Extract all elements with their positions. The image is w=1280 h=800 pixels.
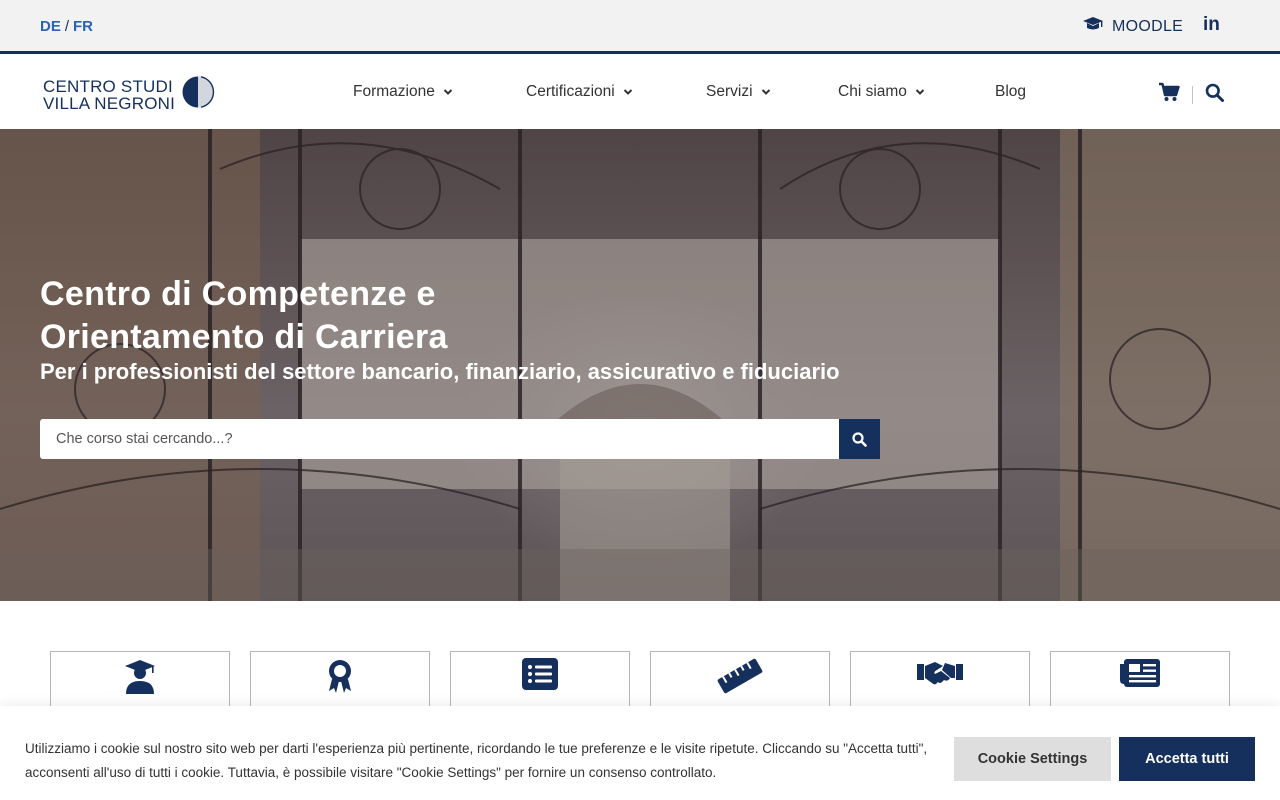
- linkedin-icon[interactable]: in: [1203, 14, 1220, 36]
- nav-item-label: Servizi: [706, 83, 753, 100]
- search-icon: [852, 431, 867, 447]
- course-search-input[interactable]: [40, 419, 839, 459]
- chevron-down-icon: [915, 89, 925, 95]
- main-nav: Formazione Certificazioni Servizi Chi si…: [353, 83, 1026, 101]
- top-bar: DE / FR MOODLE in: [0, 0, 1280, 54]
- nav-item-label: Blog: [995, 83, 1027, 100]
- hero-banner: Centro di Competenze e Orientamento di C…: [0, 129, 1280, 601]
- chevron-down-icon: [623, 89, 632, 95]
- moodle-link[interactable]: MOODLE: [1082, 16, 1183, 37]
- chevron-down-icon: [761, 89, 770, 95]
- nav-item-label: Chi siamo: [838, 83, 907, 100]
- language-switcher: DE / FR: [40, 18, 93, 35]
- nav-item-formazione[interactable]: Formazione: [353, 83, 526, 101]
- cookie-settings-button[interactable]: Cookie Settings: [954, 737, 1111, 781]
- graduation-cap-icon: [1082, 16, 1104, 37]
- site-logo[interactable]: CENTRO STUDI VILLA NEGRONI: [43, 75, 215, 114]
- nav-item-blog[interactable]: Blog: [995, 83, 1026, 101]
- nav-item-label: Certificazioni: [526, 83, 615, 100]
- logo-text: CENTRO STUDI VILLA NEGRONI: [43, 78, 175, 112]
- newspaper-icon: [1120, 659, 1160, 687]
- logo-mark-icon: [181, 75, 215, 114]
- lang-fr-link[interactable]: FR: [73, 18, 93, 35]
- handshake-icon: [917, 662, 963, 685]
- cart-icon[interactable]: [1158, 82, 1180, 107]
- nav-item-chi-siamo[interactable]: Chi siamo: [838, 83, 995, 101]
- accept-all-button[interactable]: Accetta tutti: [1119, 737, 1255, 781]
- nav-item-certificazioni[interactable]: Certificazioni: [526, 83, 706, 101]
- chevron-down-icon: [443, 89, 453, 95]
- list-icon: [522, 658, 558, 690]
- main-header: CENTRO STUDI VILLA NEGRONI Formazione Ce…: [0, 57, 1280, 129]
- lang-separator: /: [64, 18, 70, 35]
- cookie-notice-text: Utilizziamo i cookie sul nostro sito web…: [25, 741, 928, 780]
- hero-subtitle: Per i professionisti del settore bancari…: [40, 359, 840, 384]
- nav-item-servizi[interactable]: Servizi: [706, 83, 838, 101]
- logo-line-1: CENTRO STUDI: [43, 76, 173, 96]
- lang-de-link[interactable]: DE: [40, 18, 61, 35]
- search-icon[interactable]: [1205, 83, 1224, 107]
- header-icons: [1158, 82, 1224, 107]
- course-search-button[interactable]: [839, 419, 880, 459]
- header-divider: [1192, 85, 1193, 104]
- hero-title: Centro di Competenze e Orientamento di C…: [40, 275, 448, 356]
- nav-item-label: Formazione: [353, 83, 435, 100]
- ruler-icon: [717, 658, 763, 694]
- logo-line-2: VILLA NEGRONI: [43, 93, 176, 113]
- moodle-label: MOODLE: [1112, 17, 1184, 35]
- award-ribbon-icon: [329, 660, 351, 693]
- cookie-banner: Utilizziamo i cookie sul nostro sito web…: [0, 706, 1280, 800]
- graduate-icon: [125, 660, 155, 694]
